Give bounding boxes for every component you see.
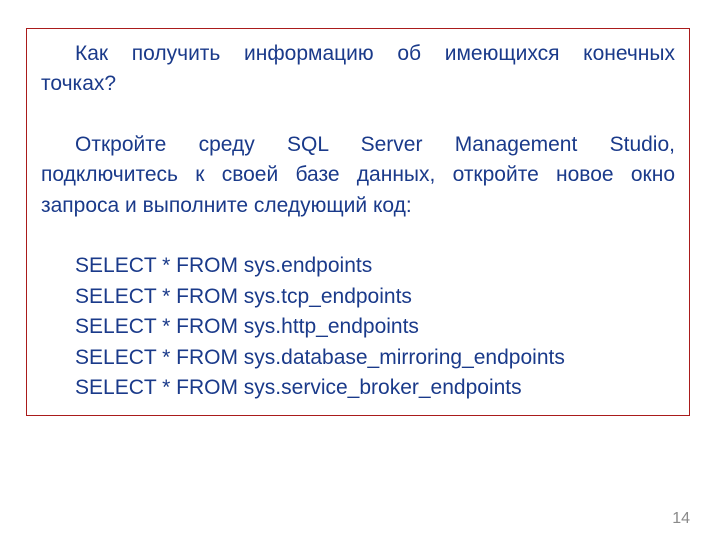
page-number: 14 <box>672 510 690 528</box>
code-line-1: SELECT * FROM sys.endpoints <box>75 251 675 281</box>
code-line-2: SELECT * FROM sys.tcp_endpoints <box>75 282 675 312</box>
paragraph-1-line-1: Как получить информацию об имеющихся кон… <box>41 39 675 69</box>
code-line-5: SELECT * FROM sys.service_broker_endpoin… <box>75 373 675 403</box>
paragraph-1-line-2: точках? <box>41 69 675 99</box>
paragraph-2: Откройте среду SQL Server Management Stu… <box>41 130 675 221</box>
code-line-4: SELECT * FROM sys.database_mirroring_end… <box>75 343 675 373</box>
code-line-3: SELECT * FROM sys.http_endpoints <box>75 312 675 342</box>
content-box: Как получить информацию об имеющихся кон… <box>26 28 690 416</box>
code-block: SELECT * FROM sys.endpoints SELECT * FRO… <box>41 251 675 403</box>
